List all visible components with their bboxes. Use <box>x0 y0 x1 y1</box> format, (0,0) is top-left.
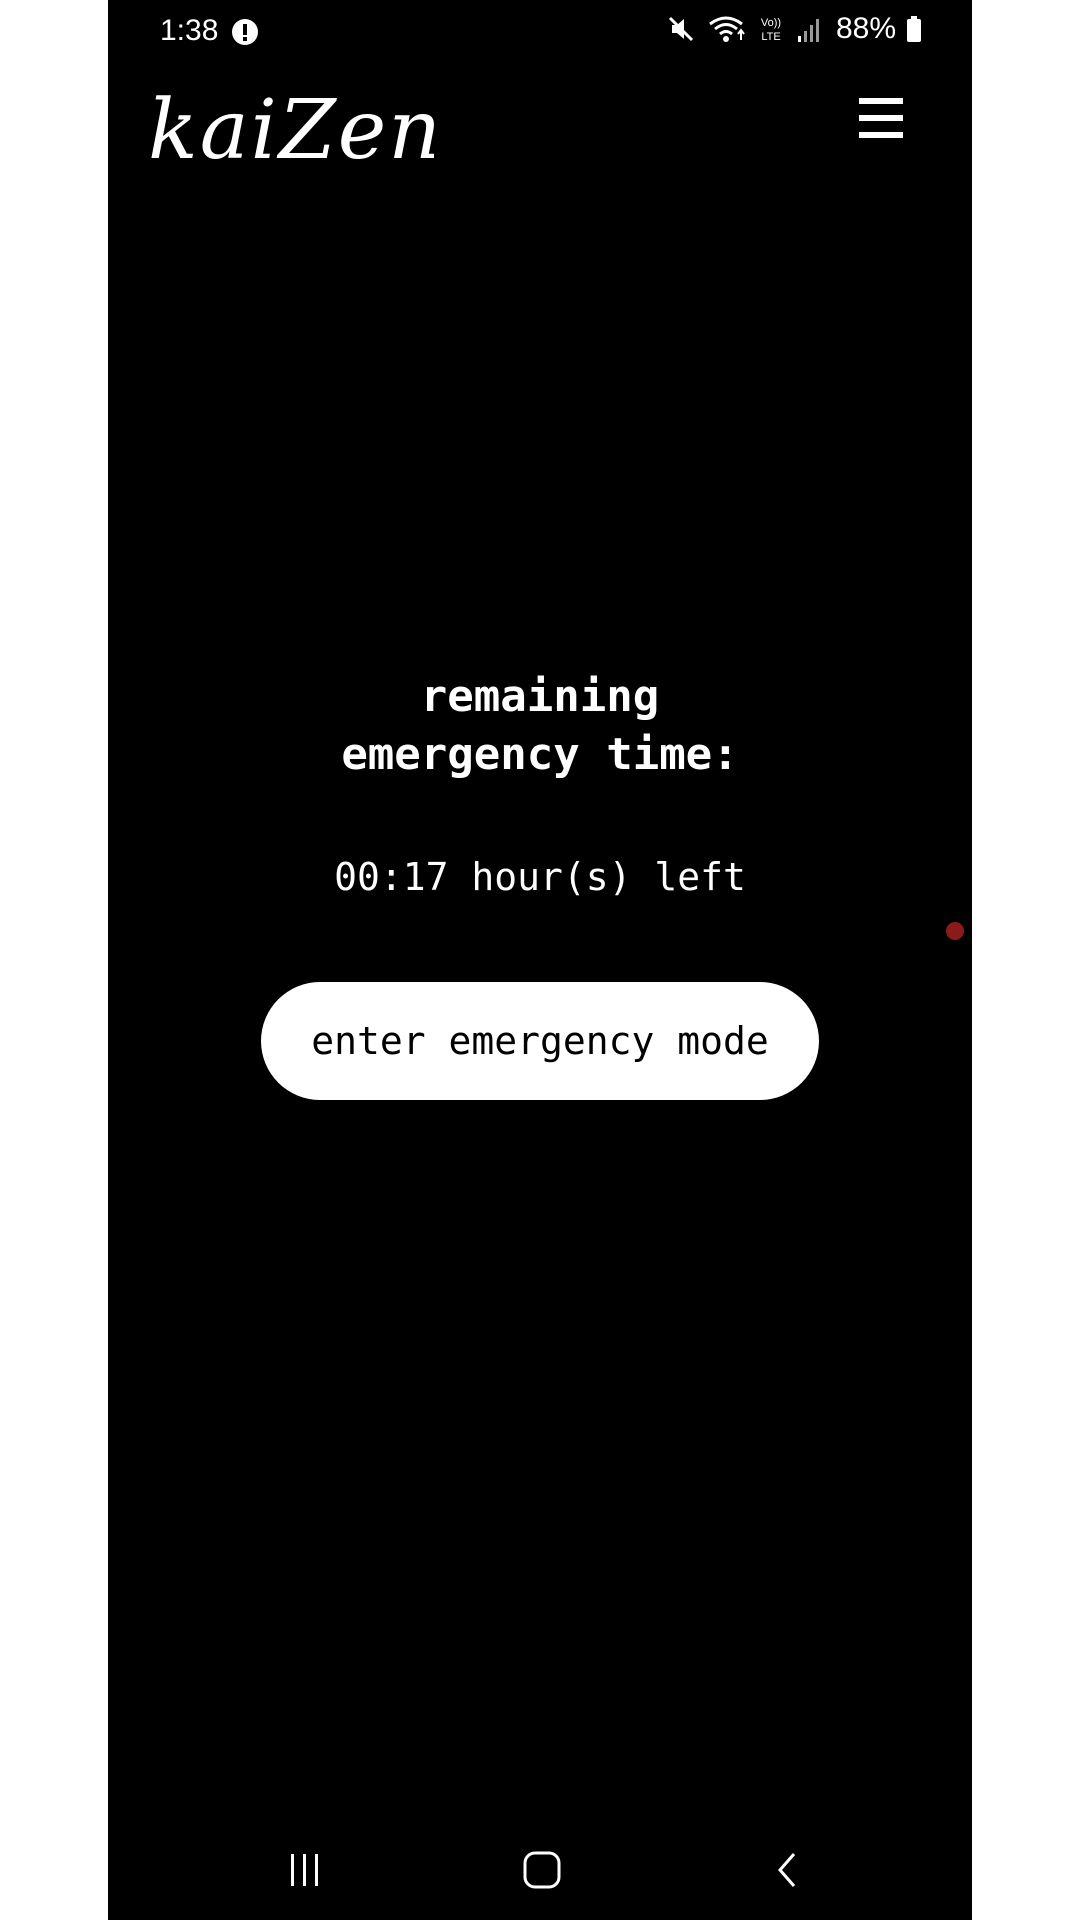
remaining-time-heading: remaining emergency time: <box>108 668 972 784</box>
time-left-text: 00:17 hour(s) left <box>334 855 746 899</box>
svg-text:LTE: LTE <box>761 31 780 43</box>
recents-icon[interactable] <box>283 1850 327 1890</box>
heading-line-2: emergency time: <box>341 729 739 780</box>
wifi-icon <box>709 16 745 42</box>
system-nav-bar <box>108 1820 972 1920</box>
app-screen: 1:38 Vo)) LTE 88% kaiZen remaining emerg… <box>108 0 972 1920</box>
enter-emergency-mode-button[interactable]: enter emergency mode <box>261 982 819 1100</box>
status-time: 1:38 <box>160 14 219 47</box>
volte-icon: Vo)) LTE <box>761 17 781 43</box>
status-bar: 1:38 Vo)) LTE 88% <box>108 0 972 64</box>
back-icon[interactable] <box>772 1850 802 1890</box>
status-icons: Vo)) LTE 88% <box>666 12 922 46</box>
signal-icon <box>797 19 819 42</box>
app-logo: kaiZen <box>148 86 434 172</box>
mute-icon <box>668 16 694 42</box>
battery-percent: 88% <box>835 12 896 45</box>
indicator-dot <box>946 922 964 940</box>
hamburger-menu-icon[interactable] <box>859 98 905 140</box>
heading-line-1: remaining <box>420 671 660 722</box>
svg-text:Vo)): Vo)) <box>761 17 781 29</box>
alert-icon <box>232 19 258 45</box>
battery-icon <box>907 16 921 42</box>
home-icon[interactable] <box>522 1850 562 1890</box>
logo-text: kaiZen <box>148 86 434 172</box>
